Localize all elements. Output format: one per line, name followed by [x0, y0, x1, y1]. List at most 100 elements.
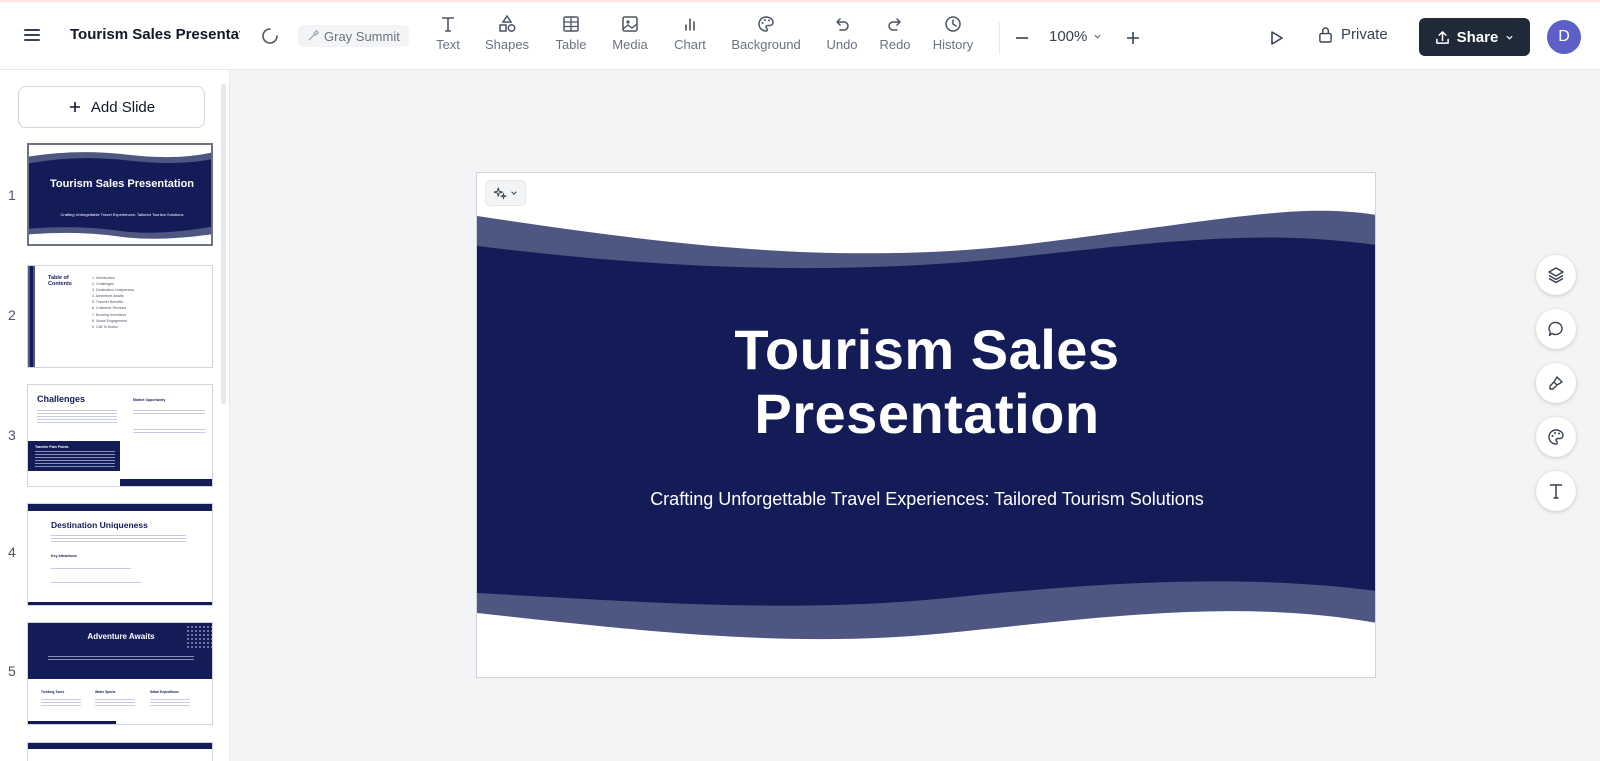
- tool-label: History: [932, 37, 974, 52]
- share-button[interactable]: Share: [1419, 18, 1530, 56]
- slide-sidebar: Add Slide 1 Tourism Sales Presentation C…: [0, 70, 230, 761]
- slide-1-preview: [29, 145, 211, 244]
- text-icon: [442, 17, 454, 32]
- slide-title[interactable]: Tourism Sales Presentation: [577, 318, 1277, 446]
- thumb-side-heading: Market Opportunity: [133, 398, 166, 402]
- minus-icon: [1016, 37, 1028, 39]
- brush-icon: [1549, 376, 1563, 390]
- shapes-tool-button[interactable]: Shapes: [479, 14, 535, 52]
- lock-icon: [1319, 27, 1332, 43]
- tool-label: Shapes: [484, 37, 530, 52]
- theme-chip[interactable]: Gray Summit: [298, 25, 409, 47]
- avatar[interactable]: D: [1547, 20, 1581, 54]
- chevron-down-icon: [1506, 35, 1513, 40]
- present-button[interactable]: [1265, 27, 1287, 49]
- add-slide-button[interactable]: Add Slide: [18, 86, 205, 128]
- visibility-label: Private: [1341, 26, 1388, 43]
- theme-name: Gray Summit: [324, 28, 400, 44]
- slide-thumbnail-6[interactable]: [27, 742, 213, 761]
- slide-canvas[interactable]: Tourism Sales Presentation Crafting Unfo…: [476, 172, 1376, 678]
- thumb-column: Water Sports: [95, 690, 116, 694]
- top-toolbar: Tourism Sales Presentati Gray Summit Tex…: [0, 2, 1600, 70]
- thumb-title: Challenges: [37, 394, 86, 404]
- zoom-level: 100%: [1049, 28, 1088, 45]
- sparkle-icon: [493, 187, 507, 200]
- play-icon: [1271, 31, 1283, 45]
- menu-icon[interactable]: [24, 26, 46, 46]
- tool-label: Text: [436, 37, 460, 52]
- toc-list: 1. Introduction 2. Challenges 3. Destina…: [92, 275, 134, 330]
- tool-label: Media: [612, 37, 648, 52]
- upload-icon: [1435, 30, 1449, 44]
- media-tool-button[interactable]: Media: [602, 14, 658, 52]
- plus-icon: [1127, 32, 1139, 44]
- slide-thumbnail-2[interactable]: Table of Contents 1. Introduction 2. Cha…: [27, 265, 213, 368]
- tool-label: Table: [555, 37, 587, 52]
- add-slide-label: Add Slide: [90, 98, 156, 116]
- tool-label: Background: [731, 37, 801, 52]
- palette-icon: [1548, 429, 1564, 445]
- thumb-title: Destination Uniqueness: [51, 520, 148, 530]
- slide-thumbnail-1[interactable]: Tourism Sales Presentation Crafting Unfo…: [27, 143, 213, 246]
- thumb-column: Safari Expeditions: [150, 690, 179, 694]
- share-label: Share: [1456, 28, 1499, 46]
- ai-assist-button[interactable]: [485, 180, 526, 206]
- redo-button[interactable]: Redo: [867, 14, 923, 52]
- chart-tool-button[interactable]: Chart: [662, 14, 718, 52]
- tool-label: Undo: [826, 37, 858, 52]
- thumb-title: Tourism Sales Presentation: [49, 178, 195, 190]
- redo-icon: [888, 18, 901, 31]
- slide-title-line: Presentation: [754, 382, 1100, 445]
- thumb-side-heading: Key Attractions: [51, 554, 77, 558]
- shapes-icon: [499, 14, 516, 32]
- palette-icon: [758, 16, 774, 32]
- background-tool-button[interactable]: Background: [731, 14, 801, 52]
- toc-item: 9. Call To Action: [92, 324, 118, 329]
- thumb-column: Trekking Tours: [41, 690, 65, 694]
- layers-icon: [1548, 267, 1564, 284]
- tool-label: Chart: [674, 37, 706, 52]
- slide-number: 5: [8, 663, 16, 679]
- zoom-out-button[interactable]: [1012, 28, 1032, 48]
- text-tool-button[interactable]: Text: [420, 14, 476, 52]
- text-style-button[interactable]: [1536, 471, 1576, 511]
- visibility-button[interactable]: Private: [1318, 26, 1388, 43]
- thumb-box-heading: Traveler Pain Points: [35, 445, 69, 449]
- comment-icon: [1548, 321, 1563, 337]
- table-icon: [563, 16, 579, 32]
- history-button[interactable]: History: [924, 14, 982, 52]
- slide-subtitle[interactable]: Crafting Unforgettable Travel Experience…: [527, 489, 1327, 510]
- zoom-in-button[interactable]: [1123, 28, 1143, 48]
- sync-status-icon: [260, 26, 280, 46]
- thumb-title: Table of Contents: [48, 275, 72, 287]
- slide-number: 1: [8, 187, 16, 203]
- history-icon: [945, 16, 961, 32]
- slide-number: 4: [8, 544, 16, 560]
- slide-thumbnail-4[interactable]: Destination Uniqueness Key Attractions: [27, 503, 213, 606]
- thumb-title: Adventure Awaits: [87, 632, 155, 641]
- style-button[interactable]: [1536, 363, 1576, 403]
- table-tool-button[interactable]: Table: [543, 14, 599, 52]
- theme-button[interactable]: [1536, 417, 1576, 457]
- text-icon: [1550, 484, 1562, 499]
- slide-title-line: Tourism Sales: [734, 318, 1120, 381]
- toolbar-divider: [999, 22, 1000, 54]
- undo-button[interactable]: Undo: [814, 14, 870, 52]
- undo-icon: [836, 18, 849, 31]
- slide-number: 2: [8, 307, 16, 323]
- media-icon: [622, 16, 638, 32]
- tool-label: Redo: [879, 37, 911, 52]
- plus-icon: [69, 102, 80, 112]
- slide-number: 3: [8, 427, 16, 443]
- brush-icon: [308, 30, 319, 41]
- zoom-dropdown[interactable]: 100%: [1049, 28, 1102, 45]
- document-title[interactable]: Tourism Sales Presentati: [70, 26, 240, 43]
- slide-thumbnail-3[interactable]: Challenges Market Opportunity Traveler P…: [27, 384, 213, 487]
- chart-icon: [685, 18, 695, 31]
- comments-button[interactable]: [1536, 309, 1576, 349]
- thumb-subtitle: Crafting Unforgettable Travel Experience…: [60, 212, 184, 217]
- layers-button[interactable]: [1536, 255, 1576, 295]
- chevron-down-icon: [1094, 34, 1101, 39]
- sidebar-scrollbar[interactable]: [221, 84, 226, 404]
- slide-thumbnail-5[interactable]: Adventure Awaits Trekking Tours Water Sp…: [27, 622, 213, 725]
